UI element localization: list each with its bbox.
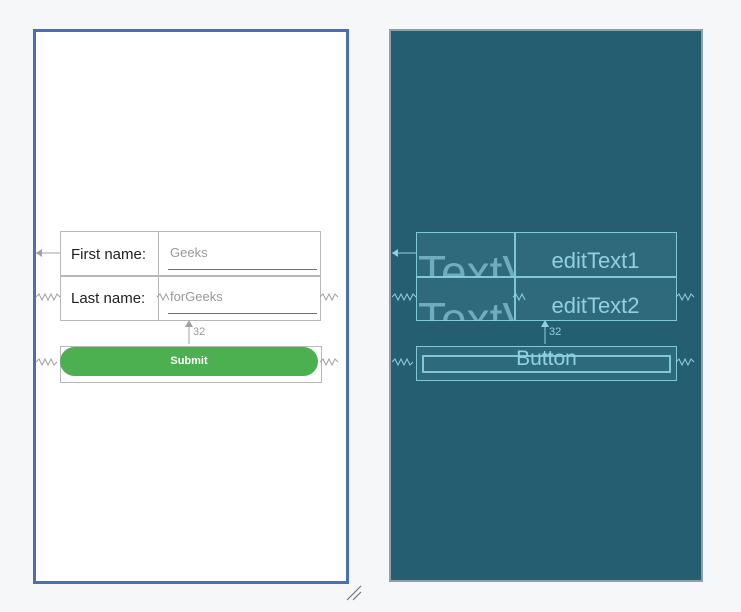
- design-constraints: [35, 249, 339, 367]
- blueprint-constraints: [391, 249, 695, 367]
- design-margin-label: 32: [193, 326, 206, 338]
- resize-handle-icon[interactable]: [345, 584, 365, 604]
- blueprint-margin-label: 32: [549, 326, 562, 338]
